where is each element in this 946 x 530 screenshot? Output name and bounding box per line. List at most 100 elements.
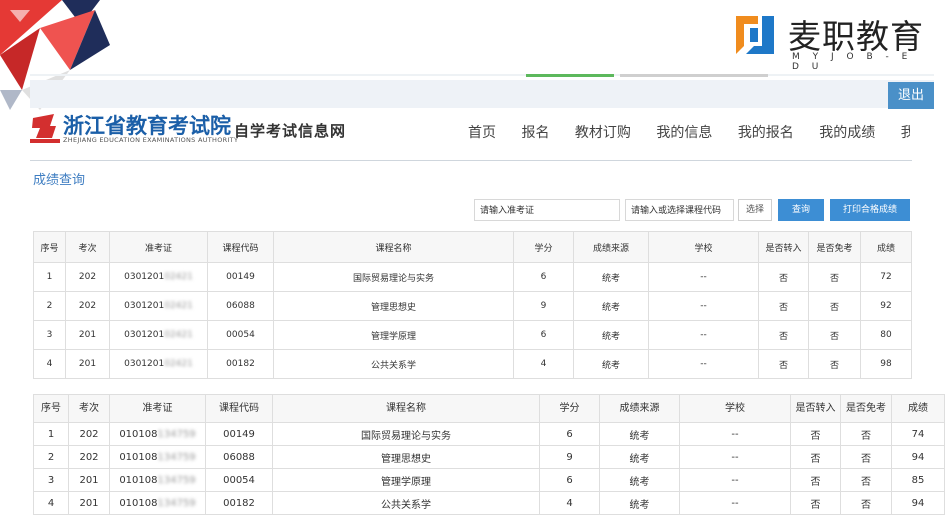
- cell-course-name: 公共关系学: [272, 491, 540, 515]
- cell-exempt: 否: [808, 349, 861, 379]
- cell-exempt: 否: [808, 320, 861, 350]
- cell-session: 201: [65, 320, 110, 350]
- col-header: 成绩来源: [599, 394, 680, 423]
- col-header: 是否免考: [808, 231, 861, 263]
- col-header: 是否转入: [758, 231, 809, 263]
- cell-transfer: 否: [790, 491, 841, 515]
- col-header: 序号: [33, 231, 66, 263]
- brand-logo: 麦职教育 M Y J O B - E D U: [732, 8, 932, 72]
- exam-id-prefix: 0301201: [124, 359, 165, 369]
- select-course-button[interactable]: 选择: [738, 199, 772, 221]
- table-row: 1 202 010108134759 00149 国际贸易理论与实务 6 统考 …: [33, 422, 945, 446]
- cell-school: --: [648, 291, 759, 321]
- cell-exempt: 否: [840, 491, 892, 515]
- exam-id-prefix: 010108: [119, 428, 158, 440]
- cell-code: 06088: [207, 291, 274, 321]
- col-header: 考次: [68, 394, 110, 423]
- table-header-row: 序号 考次 准考证 课程代码 课程名称 学分 成绩来源 学校 是否转入 是否免考…: [33, 394, 945, 423]
- exam-authority-logo-icon: [30, 112, 60, 144]
- cell-session: 201: [68, 468, 110, 492]
- cell-code: 00149: [205, 422, 273, 446]
- cell-exempt: 否: [840, 422, 892, 446]
- cell-code: 00149: [207, 262, 274, 292]
- top-strip: [30, 80, 934, 108]
- cell-exam-id: 030120102421: [109, 262, 208, 292]
- cell-score: 80: [860, 320, 912, 350]
- cell-credit: 6: [539, 422, 600, 446]
- cell-course-name: 管理思想史: [272, 445, 540, 469]
- cell-exempt: 否: [808, 262, 861, 292]
- cell-session: 202: [68, 445, 110, 469]
- cell-score: 72: [860, 262, 912, 292]
- cell-school: --: [648, 262, 759, 292]
- nav-my-info[interactable]: 我的信息: [656, 125, 712, 141]
- print-passed-scores-button[interactable]: 打印合格成绩: [830, 199, 910, 221]
- score-table-2: 序号 考次 准考证 课程代码 课程名称 学分 成绩来源 学校 是否转入 是否免考…: [33, 394, 945, 515]
- exam-id-input[interactable]: 请输入准考证: [474, 199, 620, 221]
- nav-my-registration[interactable]: 我的报名: [738, 125, 794, 141]
- cell-course-name: 管理学原理: [272, 468, 540, 492]
- page-title: 成绩查询: [33, 173, 86, 188]
- cell-course-name: 管理学原理: [273, 320, 514, 350]
- cell-credit: 4: [539, 491, 600, 515]
- cell-transfer: 否: [758, 349, 809, 379]
- cell-source: 统考: [599, 445, 680, 469]
- cell-credit: 4: [513, 349, 574, 379]
- cell-score: 92: [860, 291, 912, 321]
- cell-transfer: 否: [790, 468, 841, 492]
- table-header-row: 序号 考次 准考证 课程代码 课程名称 学分 成绩来源 学校 是否转入 是否免考…: [33, 231, 912, 263]
- cell-session: 201: [65, 349, 110, 379]
- col-header: 成绩来源: [573, 231, 649, 263]
- cell-session: 202: [65, 291, 110, 321]
- green-tab-indicator: [526, 74, 614, 77]
- cell-no: 3: [33, 468, 69, 492]
- cell-course-name: 公共关系学: [273, 349, 514, 379]
- nav-register[interactable]: 报名: [521, 125, 549, 141]
- brand-name: 麦职教育: [788, 17, 924, 56]
- cell-source: 统考: [599, 468, 680, 492]
- exam-id-prefix: 0301201: [124, 330, 165, 340]
- col-header: 序号: [33, 394, 69, 423]
- cell-exam-id: 010108134759: [109, 445, 206, 469]
- col-header: 课程代码: [205, 394, 273, 423]
- col-header: 学校: [679, 394, 791, 423]
- course-code-input[interactable]: 请输入或选择课程代码: [625, 199, 734, 221]
- col-header: 学校: [648, 231, 759, 263]
- browser-bar: [30, 74, 934, 76]
- cell-session: 202: [68, 422, 110, 446]
- cell-transfer: 否: [758, 262, 809, 292]
- cell-score: 85: [891, 468, 945, 492]
- cell-credit: 9: [513, 291, 574, 321]
- exam-id-masked: 134759: [157, 451, 196, 463]
- cell-exempt: 否: [840, 468, 892, 492]
- cell-score: 94: [891, 491, 945, 515]
- nav-home[interactable]: 首页: [468, 125, 496, 141]
- site-tagline: 自学考试信息网: [234, 122, 347, 140]
- cell-code: 00182: [205, 491, 273, 515]
- logout-button[interactable]: 退出: [888, 82, 934, 109]
- table-row: 2 202 030120102421 06088 管理思想史 9 统考 -- 否…: [33, 291, 912, 321]
- exam-id-prefix: 0301201: [124, 301, 165, 311]
- cell-credit: 6: [513, 320, 574, 350]
- exam-id-prefix: 010108: [119, 474, 158, 486]
- nav-my-scores[interactable]: 我的成绩: [819, 125, 875, 141]
- cell-source: 统考: [573, 262, 649, 292]
- nav-my-more[interactable]: 我的: [901, 125, 910, 141]
- cell-school: --: [679, 422, 791, 446]
- exam-id-masked: 134759: [157, 428, 196, 440]
- cell-exam-id: 010108134759: [109, 468, 206, 492]
- exam-id-masked: 02421: [164, 359, 193, 369]
- exam-id-masked: 02421: [164, 301, 193, 311]
- score-table-1: 序号 考次 准考证 课程代码 课程名称 学分 成绩来源 学校 是否转入 是否免考…: [33, 231, 912, 379]
- cell-school: --: [679, 491, 791, 515]
- nav-textbook-order[interactable]: 教材订购: [575, 125, 631, 141]
- cell-course-name: 管理思想史: [273, 291, 514, 321]
- cell-source: 统考: [599, 422, 680, 446]
- cell-transfer: 否: [758, 291, 809, 321]
- col-header: 准考证: [109, 231, 208, 263]
- cell-credit: 6: [539, 468, 600, 492]
- query-button[interactable]: 查询: [778, 199, 824, 221]
- cell-session: 202: [65, 262, 110, 292]
- table-row: 2 202 010108134759 06088 管理思想史 9 统考 -- 否…: [33, 445, 945, 469]
- cell-course-name: 国际贸易理论与实务: [273, 262, 514, 292]
